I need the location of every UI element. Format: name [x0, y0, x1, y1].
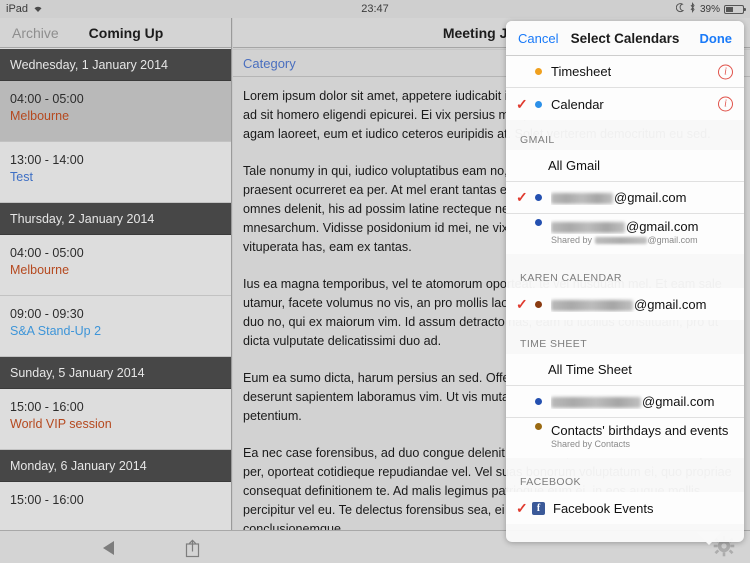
event-time: 04:00 - 05:00 — [10, 246, 84, 260]
redacted-email — [551, 193, 613, 205]
event-list-item[interactable]: 04:00 - 05:00 Melbourne — [0, 81, 231, 142]
calendar-row-text: Facebook Events — [553, 501, 653, 516]
date-section-header: Sunday, 5 January 2014 — [0, 357, 231, 389]
calendar-color-dot — [535, 398, 542, 405]
calendar-color-dot — [535, 300, 542, 308]
redacted-email — [551, 299, 633, 311]
calendar-row[interactable]: ✓ f Facebook Events — [506, 492, 744, 524]
battery-percent: 39% — [699, 3, 720, 15]
info-icon[interactable]: i — [718, 64, 733, 79]
event-list-item[interactable]: 15:00 - 16:00 World VIP session — [0, 389, 231, 450]
event-name: Melbourne — [10, 263, 70, 277]
info-icon[interactable]: i — [718, 96, 733, 112]
calendar-row[interactable]: Contacts' birthdays and events Shared by … — [506, 418, 744, 458]
popover-header: Cancel Select Calendars Done — [506, 21, 744, 56]
calendar-row[interactable]: All Gmail — [506, 150, 744, 182]
date-section-header: Thursday, 2 January 2014 — [0, 203, 231, 235]
calendar-row-label: All Time Sheet — [548, 362, 632, 377]
event-name: Melbourne — [10, 109, 70, 123]
category-label: Category — [243, 55, 296, 71]
date-section-header: Monday, 6 January 2014 — [0, 450, 231, 482]
select-calendars-popover: Cancel Select Calendars Done Timesheet i ✓… — [506, 21, 744, 542]
done-button[interactable]: Done — [700, 31, 733, 46]
calendar-color-dot — [535, 68, 542, 75]
event-time: 13:00 - 14:00 — [10, 153, 84, 167]
calendar-group-header: TIME SHEET — [520, 338, 588, 350]
calendar-row-text: @gmail.com — [551, 394, 714, 409]
calendar-row[interactable]: ✓ @gmail.com — [506, 288, 744, 320]
calendar-row[interactable]: Timesheet i — [506, 56, 744, 88]
popover-arrow — [696, 532, 722, 545]
event-list[interactable]: Wednesday, 1 January 2014 04:00 - 05:00 Me… — [0, 49, 231, 563]
back-triangle-icon[interactable] — [103, 541, 114, 555]
calendar-row-label: @gmail.com — [551, 297, 706, 312]
ipad-screen: iPad 23:47 39% Archive Coming Up Wednesd… — [0, 0, 750, 563]
calendar-row-text: All Time Sheet — [532, 362, 632, 377]
sidebar-title: Coming Up — [88, 24, 164, 41]
status-clock: 23:47 — [361, 3, 389, 15]
event-list-item[interactable]: 09:00 - 09:30 S&A Stand-Up 2 — [0, 296, 231, 357]
calendar-row-text: @gmail.com — [551, 190, 686, 205]
calendar-row-label: All Gmail — [548, 158, 601, 173]
bluetooth-icon — [689, 1, 696, 16]
facebook-icon: f — [532, 501, 545, 515]
checkmark-icon: ✓ — [516, 95, 528, 112]
calendar-row-text: Timesheet — [551, 64, 611, 79]
calendar-row-label: Calendar — [551, 96, 604, 112]
calendar-row-label: Contacts' birthdays and events — [551, 423, 729, 438]
event-list-item[interactable]: 04:00 - 05:00 Melbourne — [0, 235, 231, 296]
event-name: World VIP session — [10, 417, 112, 431]
event-name: S&A Stand-Up 2 — [10, 324, 102, 338]
sidebar-navbar: Archive Coming Up — [0, 18, 231, 48]
calendar-row-text: Calendar — [551, 97, 604, 112]
status-bar: iPad 23:47 39% — [0, 0, 750, 18]
checkmark-icon: ✓ — [516, 189, 528, 205]
checkmark-icon: ✓ — [516, 499, 528, 516]
event-time: 04:00 - 05:00 — [10, 92, 84, 106]
event-name: Test — [10, 170, 33, 184]
calendar-row-text: @gmail.com — [551, 297, 706, 312]
redacted-email — [551, 222, 625, 234]
checkmark-icon: ✓ — [516, 295, 528, 312]
event-list-item[interactable]: 13:00 - 14:00 Test — [0, 142, 231, 203]
date-section-header: Wednesday, 1 January 2014 — [0, 49, 231, 81]
event-time: 15:00 - 16:00 — [10, 493, 84, 507]
calendar-row-sublabel: Shared by Contacts — [551, 439, 631, 449]
calendar-row-text: Contacts' birthdays and events Shared by … — [551, 423, 728, 449]
calendar-row[interactable]: All Time Sheet — [506, 354, 744, 386]
calendar-row-label: Timesheet — [551, 64, 612, 79]
calendar-list[interactable]: Timesheet i ✓ Calendar i GMAIL All Gmail ✓ @gmai… — [506, 56, 744, 542]
redacted-email — [594, 237, 647, 245]
moon-icon — [675, 2, 685, 16]
calendar-color-dot — [535, 423, 542, 430]
calendar-row[interactable]: ✓ Calendar i — [506, 88, 744, 120]
event-time: 15:00 - 16:00 — [10, 400, 84, 414]
share-icon[interactable] — [184, 538, 201, 558]
calendar-row-text: @gmail.com Shared by @gmail.com — [551, 219, 698, 245]
calendar-group-header: GMAIL — [520, 134, 555, 146]
calendar-row-sublabel: Shared by @gmail.com — [551, 235, 698, 245]
bottom-toolbar — [0, 530, 233, 563]
battery-icon — [724, 4, 746, 14]
calendar-row-label: Facebook Events — [553, 500, 654, 516]
calendar-row[interactable]: @gmail.com — [506, 386, 744, 418]
calendar-row[interactable]: @gmail.com Shared by @gmail.com — [506, 214, 744, 254]
sidebar: Archive Coming Up Wednesday, 1 January 2… — [0, 18, 232, 563]
calendar-group-header: KAREN CALENDAR — [520, 272, 622, 284]
calendar-color-dot — [535, 100, 542, 108]
calendar-row-label: @gmail.com — [551, 394, 714, 409]
event-time: 09:00 - 09:30 — [10, 307, 84, 321]
calendar-row-text: All Gmail — [532, 158, 600, 173]
status-right: 39% — [675, 1, 746, 16]
calendar-row-label: @gmail.com — [551, 190, 686, 205]
calendar-group-header: FACEBOOK — [520, 476, 581, 488]
redacted-email — [551, 397, 641, 409]
calendar-row[interactable]: ✓ @gmail.com — [506, 182, 744, 214]
calendar-row-label: @gmail.com — [551, 219, 698, 234]
calendar-color-dot — [535, 219, 542, 226]
calendar-color-dot — [535, 194, 542, 201]
